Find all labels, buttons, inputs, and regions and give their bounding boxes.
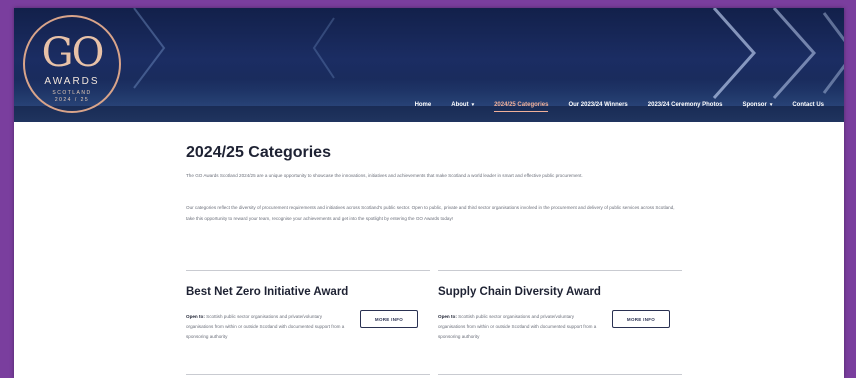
card-eligibility: Open to: Scottish public sector organisa… — [438, 312, 598, 342]
divider — [186, 270, 430, 271]
nav-home-label: Home — [414, 102, 432, 108]
logo-awards-text: AWARDS — [44, 76, 100, 87]
open-to-label: Open to: — [186, 314, 205, 319]
category-card: Best Net Zero Initiative Award Open to: … — [186, 270, 432, 378]
nav-categories-label: 2024/25 Categories — [494, 102, 549, 108]
main-navigation: Home About ▾ 2024/25 Categories Our 2023/… — [405, 98, 834, 112]
open-to-text: Scottish public sector organisations and… — [186, 314, 345, 339]
divider — [438, 270, 682, 271]
more-info-button[interactable]: MORE INFO — [612, 310, 670, 328]
logo-subtitle-2: 2024 / 25 — [54, 97, 90, 103]
nav-winners-label: Our 2023/24 Winners — [568, 102, 628, 108]
nav-contact[interactable]: Contact Us — [782, 102, 834, 108]
card-title[interactable]: Best Net Zero Initiative Award — [186, 286, 348, 298]
logo-subtitle-1: SCOTLAND — [52, 90, 92, 96]
nav-ceremony-photos[interactable]: 2023/24 Ceremony Photos — [638, 102, 733, 108]
nav-home[interactable]: Home — [405, 102, 442, 108]
chevron-down-icon: ▾ — [769, 102, 773, 108]
category-card: Supply Chain Diversity Award Open to: Sc… — [438, 270, 684, 378]
open-to-text: Scottish public sector organisations and… — [438, 314, 597, 339]
divider — [186, 374, 430, 375]
go-awards-logo[interactable]: GO AWARDS SCOTLAND 2024 / 25 — [20, 12, 124, 116]
card-title[interactable]: Supply Chain Diversity Award — [438, 286, 601, 298]
nav-categories[interactable]: 2024/25 Categories — [484, 102, 558, 112]
page-title: 2024/25 Categories — [186, 144, 331, 161]
card-eligibility: Open to: Scottish public sector organisa… — [186, 312, 346, 342]
hero-banner: GO AWARDS SCOTLAND 2024 / 25 Home About ▾… — [14, 8, 844, 122]
nav-ceremony-photos-label: 2023/24 Ceremony Photos — [647, 102, 723, 108]
body-paragraph: Our categories reflect the diversity of … — [186, 205, 675, 221]
nav-sponsor[interactable]: Sponsor ▾ — [732, 102, 782, 108]
nav-contact-label: Contact Us — [792, 102, 824, 108]
intro-paragraph: The GO Awards Scotland 2024/25 are a uni… — [186, 173, 583, 178]
browser-page: GO AWARDS SCOTLAND 2024 / 25 Home About ▾… — [14, 8, 844, 378]
open-to-label: Open to: — [438, 314, 457, 319]
chevron-down-icon: ▾ — [471, 102, 475, 108]
more-info-button[interactable]: MORE INFO — [360, 310, 418, 328]
nav-about-label: About — [451, 102, 469, 108]
divider — [438, 374, 682, 375]
nav-winners[interactable]: Our 2023/24 Winners — [558, 102, 637, 108]
nav-about[interactable]: About ▾ — [441, 102, 484, 108]
nav-sponsor-label: Sponsor — [742, 102, 767, 108]
logo-mark: GO — [41, 30, 105, 76]
